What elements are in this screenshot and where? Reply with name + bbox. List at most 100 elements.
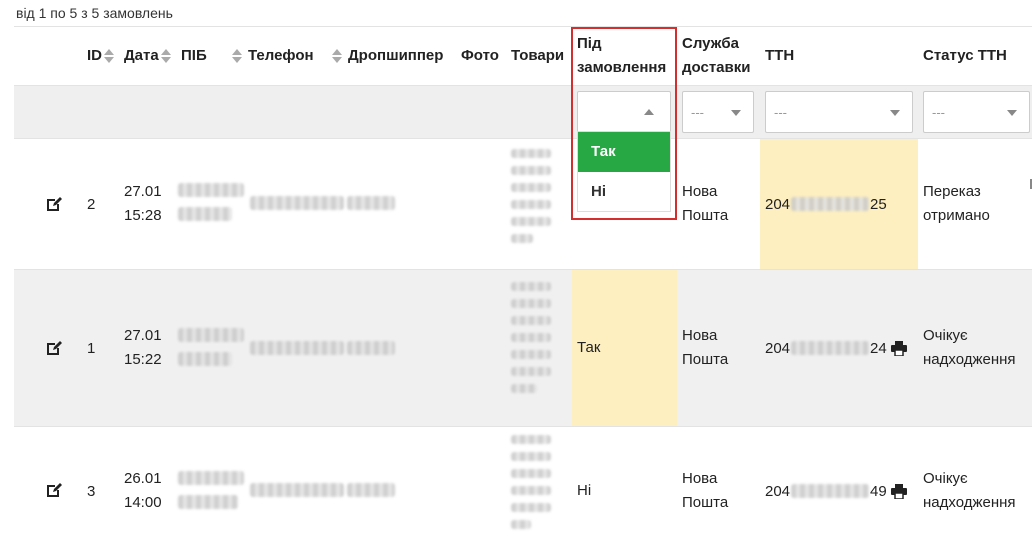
order-date-time: 15:22 [124, 351, 162, 368]
customer-name-blurred [178, 352, 232, 366]
under-order-value: Так [572, 270, 677, 426]
ttn-suffix: 49 [870, 482, 887, 500]
phone-blurred [250, 483, 344, 497]
customer-name-blurred [178, 495, 238, 509]
column-header-ttn: ТТН [765, 27, 794, 85]
column-label-id: ID [87, 47, 102, 64]
phone-blurred [250, 341, 344, 355]
table-row: 3 26.01 14:00 Ні Нова Пошта 204 49 Очіку… [14, 426, 1032, 555]
column-label-ttn-status: Статус ТТН [923, 47, 1007, 64]
delivery-service: Нова Пошта [682, 427, 728, 555]
delivery-service-line2: Пошта [682, 494, 729, 511]
ttn-suffix: 24 [870, 339, 887, 357]
order-id: 1 [87, 339, 96, 357]
column-header-phone[interactable]: Телефон [232, 27, 314, 85]
ttn-status-line2: надходження [923, 494, 1016, 511]
order-date-day: 26.01 [124, 470, 162, 487]
sort-icon[interactable] [104, 49, 114, 63]
ttn-status-line1: Очікує [923, 327, 968, 344]
ttn-number[interactable]: 204 49 [765, 483, 907, 500]
column-header-name[interactable]: ПІБ [181, 27, 207, 85]
ttn-number[interactable]: 204 24 [765, 340, 907, 357]
column-label-name: ПІБ [181, 47, 207, 64]
dropdown-option-no[interactable]: Ні [578, 172, 670, 212]
order-date-day: 27.01 [124, 327, 162, 344]
column-header-date[interactable]: Дата [124, 27, 171, 85]
column-label-date: Дата [124, 47, 159, 64]
under-order-dropdown-menu: Так Ні [577, 131, 671, 212]
dropshipper-blurred [347, 483, 395, 497]
column-header-ttn-status: Статус ТТН [923, 27, 1007, 85]
dropshipper-blurred [347, 341, 395, 355]
order-date-time: 15:28 [124, 207, 162, 224]
column-label-phone: Телефон [248, 47, 314, 64]
delivery-service-line1: Нова [682, 327, 718, 344]
goods-blurred [511, 282, 551, 401]
delivery-service-line2: Пошта [682, 207, 729, 224]
print-icon[interactable] [890, 483, 907, 499]
ttn-masked [791, 197, 870, 211]
ttn-masked [791, 341, 870, 355]
ttn-prefix: 204 [765, 195, 791, 213]
column-label-ttn: ТТН [765, 47, 795, 64]
delivery-filter-select[interactable]: --- [682, 91, 754, 133]
column-label-dropshipper: Дропшиппер [348, 47, 444, 64]
dropdown-option-yes[interactable]: Так [578, 132, 670, 172]
sort-icon[interactable] [332, 49, 342, 63]
goods-blurred [511, 435, 551, 537]
column-header-goods: Товари [511, 27, 564, 85]
delivery-service: Нова Пошта [682, 139, 728, 269]
ttn-filter-select[interactable]: --- [765, 91, 913, 133]
column-label-delivery-line1: Служба [682, 35, 739, 52]
ttn-filter-value: --- [774, 104, 787, 120]
customer-name-blurred [178, 183, 244, 197]
under-order-value: Ні [577, 482, 592, 499]
delivery-service-line1: Нова [682, 183, 718, 200]
results-summary: від 1 по 5 з 5 замовлень [16, 5, 173, 21]
chevron-down-icon [890, 110, 900, 116]
customer-name-blurred [178, 207, 232, 221]
ttn-prefix: 204 [765, 482, 791, 500]
column-label-photo: Фото [461, 47, 499, 64]
edit-icon[interactable] [45, 481, 63, 499]
ttn-status: Очікує надходження [923, 270, 1016, 426]
dropshipper-blurred [347, 196, 395, 210]
ttn-status-line1: Переказ [923, 183, 981, 200]
column-header-delivery: Служба доставки [682, 27, 750, 85]
ttn-cell: 204 49 [765, 427, 907, 555]
ttn-number[interactable]: 204 25 [765, 196, 887, 213]
filter-row: --- --- --- [14, 85, 1032, 138]
delivery-service: Нова Пошта [682, 270, 728, 426]
order-id: 2 [87, 195, 96, 213]
delivery-service-line1: Нова [682, 470, 718, 487]
ttn-masked [791, 484, 870, 498]
ttn-status: Очікує надходження [923, 427, 1016, 555]
customer-name-blurred [178, 328, 244, 342]
orders-table: ID Дата ПІБ Телефон Дропшиппер Фото Това… [14, 26, 1032, 555]
column-label-delivery-line2: доставки [682, 59, 751, 76]
order-date: 27.01 15:28 [124, 139, 162, 269]
ttn-status-filter-select[interactable]: --- [923, 91, 1030, 133]
ttn-status-line2: надходження [923, 351, 1016, 368]
delivery-service-line2: Пошта [682, 351, 729, 368]
column-label-goods: Товари [511, 47, 565, 64]
table-row: 2 27.01 15:28 Нова Пошта 204 25 Переказ … [14, 138, 1032, 269]
ttn-cell: 204 25 [760, 139, 918, 269]
sort-icon[interactable] [232, 49, 242, 63]
column-header-photo: Фото [461, 27, 499, 85]
column-header-id[interactable]: ID [87, 27, 114, 85]
order-date: 27.01 15:22 [124, 270, 162, 426]
print-icon[interactable] [890, 340, 907, 356]
edit-icon[interactable] [45, 339, 63, 357]
chevron-down-icon [1007, 110, 1017, 116]
chevron-down-icon [731, 110, 741, 116]
ttn-prefix: 204 [765, 339, 791, 357]
edit-icon[interactable] [45, 195, 63, 213]
customer-name-blurred [178, 471, 244, 485]
ttn-cell: 204 24 [765, 270, 907, 426]
sort-icon[interactable] [160, 49, 171, 63]
order-date-time: 14:00 [124, 494, 162, 511]
column-header-dropshipper[interactable]: Дропшиппер [332, 27, 443, 85]
phone-blurred [250, 196, 344, 210]
ttn-status: Переказ отримано [923, 139, 990, 269]
